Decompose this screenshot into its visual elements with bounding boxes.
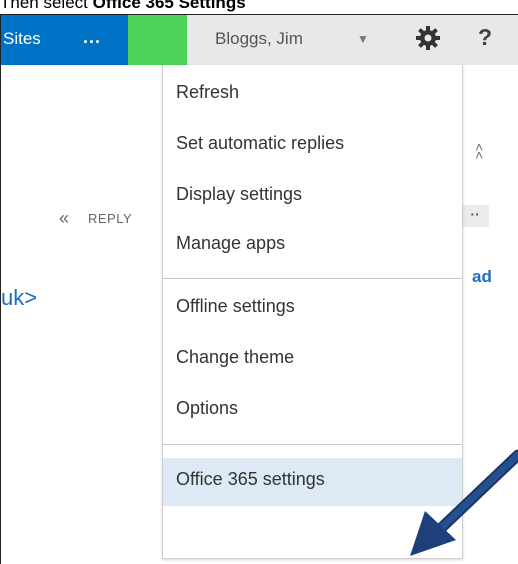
sites-link[interactable]: Sites <box>3 29 41 49</box>
reply-icon[interactable]: « <box>59 208 69 229</box>
caption-bold: Office 365 Settings <box>92 0 246 12</box>
more-actions-button[interactable]: ·· <box>461 205 489 227</box>
menu-separator <box>163 444 462 445</box>
more-button[interactable]: ... <box>83 27 101 48</box>
suite-bar: Sites ... Bloggs, Jim ▼ ? <box>1 15 518 65</box>
settings-dropdown-menu: Refresh Set automatic replies Display se… <box>162 65 463 559</box>
menu-item-refresh[interactable]: Refresh <box>163 71 462 119</box>
menu-item-label: Display settings <box>176 184 303 204</box>
menu-item-label: Manage apps <box>176 233 286 253</box>
gear-icon[interactable] <box>415 25 441 51</box>
green-tile[interactable] <box>128 15 187 65</box>
help-icon[interactable]: ? <box>478 24 492 51</box>
menu-item-office-365-settings[interactable]: Office 365 settings <box>163 458 462 506</box>
menu-item-change-theme[interactable]: Change theme <box>163 336 462 384</box>
menu-item-label: Change theme <box>176 347 295 367</box>
user-name-button[interactable]: Bloggs, Jim <box>215 29 303 49</box>
ad-link[interactable]: ad <box>472 267 492 287</box>
menu-item-label: Offline settings <box>176 296 295 316</box>
menu-item-label: Refresh <box>176 82 240 102</box>
menu-separator <box>163 278 462 279</box>
menu-item-options[interactable]: Options <box>163 387 462 435</box>
screenshot-frame: Sites ... Bloggs, Jim ▼ ? ˄ ˄ « REPLY ·· … <box>0 14 518 564</box>
sender-address: uk> <box>1 285 38 310</box>
menu-item-offline-settings[interactable]: Offline settings <box>163 285 462 333</box>
menu-item-label: Office 365 settings <box>176 469 325 489</box>
caption-prefix: Then select <box>0 0 93 12</box>
menu-item-display-settings[interactable]: Display settings <box>163 173 462 221</box>
menu-item-set-automatic-replies[interactable]: Set automatic replies <box>163 122 462 170</box>
menu-item-label: Options <box>176 398 239 418</box>
collapse-icon[interactable]: ˄ ˄ <box>475 140 483 162</box>
menu-item-label: Set automatic replies <box>176 133 345 153</box>
instruction-caption: Then select Office 365 Settings <box>0 0 246 13</box>
menu-item-manage-apps[interactable]: Manage apps <box>163 222 462 270</box>
reply-button[interactable]: REPLY <box>88 211 132 226</box>
dropdown-caret-icon[interactable]: ▼ <box>357 32 369 46</box>
